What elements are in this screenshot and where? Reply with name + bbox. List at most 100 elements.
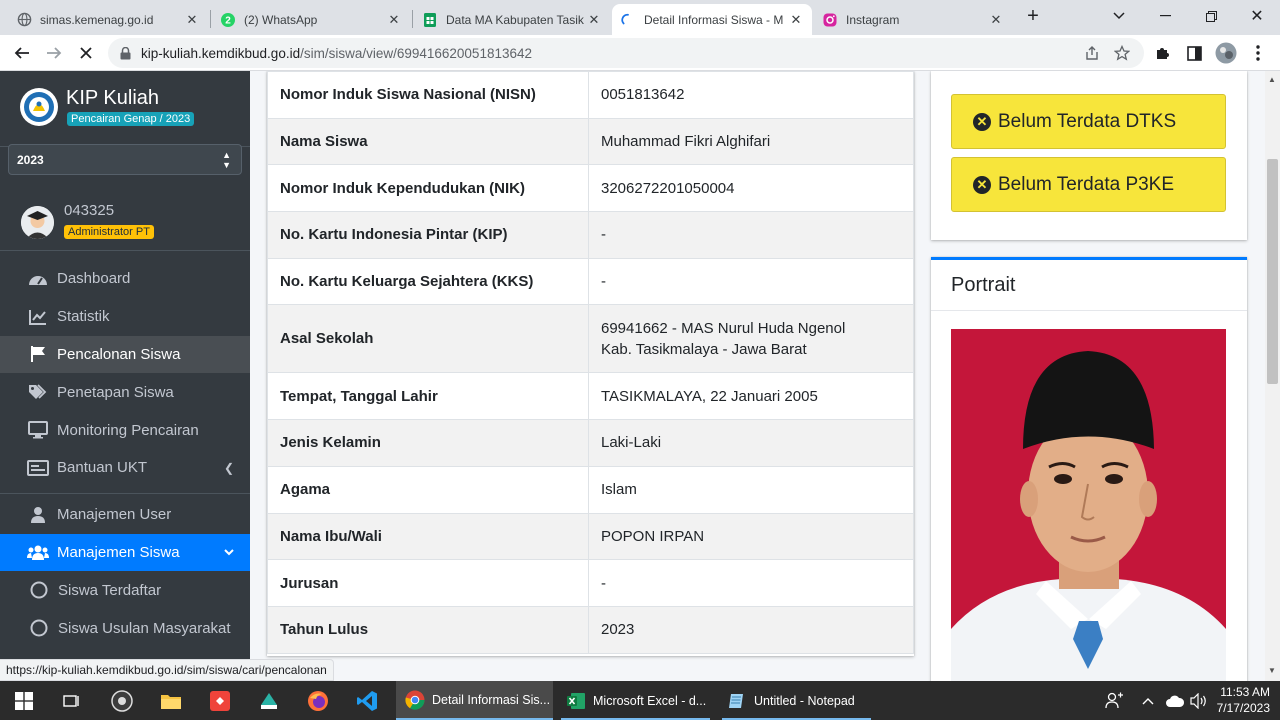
- new-tab-button[interactable]: +: [1014, 0, 1052, 32]
- detail-label: Nama Ibu/Wali: [267, 512, 589, 561]
- brand[interactable]: KIP Kuliah Pencairan Genap / 2023: [0, 71, 250, 147]
- tab-instagram[interactable]: Instagram ✕: [814, 4, 1012, 35]
- sidebar-item-bantuan-ukt[interactable]: Bantuan UKT ❮: [0, 449, 250, 487]
- close-icon[interactable]: ✕: [788, 12, 804, 28]
- close-window-button[interactable]: ✕: [1234, 0, 1280, 32]
- scrollbar-thumb[interactable]: [1267, 159, 1278, 384]
- sidebar-item-dashboard[interactable]: Dashboard: [0, 260, 250, 298]
- tab-whatsapp[interactable]: 2 (2) WhatsApp ✕: [212, 4, 410, 35]
- sidebar-item-manajemen-siswa[interactable]: Manajemen Siswa: [0, 533, 250, 572]
- student-portrait-photo[interactable]: [951, 329, 1226, 681]
- scroll-down-arrow-icon[interactable]: ▼: [1268, 666, 1276, 675]
- taskbar-app-excel[interactable]: Microsoft Excel - d...: [557, 681, 714, 720]
- period-badge: Pencairan Genap / 2023: [67, 112, 195, 126]
- chart-line-icon: [27, 309, 49, 325]
- pos-app-icon[interactable]: [245, 681, 293, 720]
- detail-label: Nomor Induk Siswa Nasional (NISN): [267, 71, 589, 119]
- close-icon[interactable]: ✕: [586, 12, 602, 28]
- tab-data-ma[interactable]: Data MA Kabupaten Tasik ✕: [414, 4, 610, 35]
- sidebar-item-statistik[interactable]: Statistik: [0, 298, 250, 336]
- tab-simas[interactable]: simas.kemenag.go.id ✕: [8, 4, 208, 35]
- tab-search-button[interactable]: [1096, 0, 1142, 32]
- task-view-icon[interactable]: [48, 681, 96, 720]
- detail-value: TASIKMALAYA, 22 Januari 2005: [588, 372, 914, 421]
- close-icon[interactable]: ✕: [988, 12, 1004, 28]
- close-icon[interactable]: ✕: [184, 12, 200, 28]
- detail-value: 0051813642: [588, 71, 914, 119]
- chevron-up-icon[interactable]: [1142, 681, 1154, 720]
- portrait-card: Portrait: [931, 257, 1247, 681]
- firefox-icon[interactable]: [294, 681, 342, 720]
- sidebar-item-pencalonan[interactable]: Pencalonan Siswa: [0, 335, 250, 374]
- detail-value: -: [588, 559, 914, 607]
- student-detail-table: Nomor Induk Siswa Nasional (NISN) 0051813…: [267, 71, 914, 654]
- sidebar-item-penetapan[interactable]: Penetapan Siswa: [0, 373, 250, 411]
- back-button[interactable]: [10, 41, 34, 65]
- tags-icon: [27, 384, 49, 400]
- id-card-icon: [27, 459, 49, 476]
- forward-button[interactable]: [42, 41, 66, 65]
- browser-tab-strip: simas.kemenag.go.id ✕ 2 (2) WhatsApp ✕ D…: [0, 0, 1280, 35]
- restore-button[interactable]: [1188, 0, 1234, 32]
- table-row: Nomor Induk Kependudukan (NIK) 3206272201…: [267, 164, 914, 213]
- table-row: Nama Siswa Muhammad Fikri Alghifari: [267, 117, 914, 166]
- user-panel[interactable]: 043325 Administrator PT: [0, 189, 250, 251]
- file-explorer-icon[interactable]: [147, 681, 195, 720]
- dtks-status-button[interactable]: ✕ Belum Terdata DTKS: [951, 94, 1226, 149]
- p3ke-status-button[interactable]: ✕ Belum Terdata P3KE: [951, 157, 1226, 212]
- table-row: Jurusan -: [267, 559, 914, 607]
- year-select[interactable]: 2023 ▲ ▼: [8, 144, 242, 175]
- extensions-icon[interactable]: [1150, 41, 1174, 65]
- taskbar-app-label: Untitled - Notepad: [754, 693, 855, 708]
- status-bar-url: https://kip-kuliah.kemdikbud.go.id/sim/s…: [0, 659, 334, 681]
- table-row: No. Kartu Indonesia Pintar (KIP) -: [267, 211, 914, 259]
- sheets-icon: [422, 12, 438, 28]
- system-clock[interactable]: 11:53 AM 7/17/2023: [1217, 684, 1270, 716]
- excel-icon: [565, 690, 587, 712]
- avatar: [21, 206, 54, 239]
- year-select-value: 2023: [17, 152, 44, 167]
- vscode-icon[interactable]: [343, 681, 391, 720]
- taskbar-app-label: Detail Informasi Sis...: [432, 692, 551, 707]
- sidebar-item-label: Statistik: [57, 308, 110, 326]
- brand-title: KIP Kuliah: [66, 87, 160, 109]
- onedrive-icon[interactable]: [1165, 681, 1185, 720]
- tab-detail-siswa[interactable]: Detail Informasi Siswa - M ✕: [612, 4, 812, 35]
- address-bar[interactable]: kip-kuliah.kemdikbud.go.id/sim/siswa/vie…: [108, 38, 1144, 68]
- sidebar-subitem-siswa-terdaftar[interactable]: Siswa Terdaftar: [0, 571, 250, 609]
- share-icon[interactable]: [1084, 45, 1100, 61]
- detail-value: -: [588, 211, 914, 259]
- taskbar-app-label: Microsoft Excel - d...: [593, 693, 707, 708]
- taskbar-app-chrome[interactable]: Detail Informasi Sis...: [396, 681, 553, 720]
- detail-label: No. Kartu Keluarga Sejahtera (KKS): [267, 257, 589, 306]
- svg-text:2: 2: [225, 15, 231, 26]
- lock-icon[interactable]: [120, 46, 131, 60]
- tab-title: Data MA Kabupaten Tasik: [446, 12, 584, 27]
- menu-icon[interactable]: [1246, 41, 1270, 65]
- clock-date: 7/17/2023: [1216, 701, 1270, 715]
- page-scrollbar[interactable]: ▲ ▼: [1265, 71, 1280, 681]
- sidebar-item-manajemen-user[interactable]: Manajemen User: [0, 496, 250, 534]
- people-icon[interactable]: [1105, 681, 1123, 720]
- obs-icon[interactable]: [98, 681, 146, 720]
- detail-label: Nama Siswa: [267, 117, 589, 166]
- scroll-up-arrow-icon[interactable]: ▲: [1268, 75, 1276, 84]
- detail-value: 3206272201050004: [588, 164, 914, 213]
- volume-icon[interactable]: [1190, 681, 1208, 720]
- anydesk-icon[interactable]: [196, 681, 244, 720]
- bookmark-star-icon[interactable]: [1114, 45, 1130, 61]
- tab-title: simas.kemenag.go.id: [40, 12, 154, 27]
- windows-start-icon[interactable]: [0, 681, 48, 720]
- portrait-title: Portrait: [931, 260, 1247, 311]
- sidebar-item-monitoring[interactable]: Monitoring Pencairan: [0, 411, 250, 449]
- users-icon: [27, 544, 49, 561]
- sidebar-subitem-siswa-usulan[interactable]: Siswa Usulan Masyarakat: [0, 609, 250, 647]
- taskbar-app-notepad[interactable]: Untitled - Notepad: [718, 681, 875, 720]
- close-icon[interactable]: ✕: [386, 12, 402, 28]
- side-panel-icon[interactable]: [1182, 41, 1206, 65]
- minimize-button[interactable]: [1142, 0, 1188, 32]
- sidebar-item-label: Dashboard: [57, 270, 131, 288]
- profile-avatar[interactable]: [1214, 41, 1238, 65]
- stop-loading-button[interactable]: [74, 41, 98, 65]
- dashboard-icon: [27, 271, 49, 287]
